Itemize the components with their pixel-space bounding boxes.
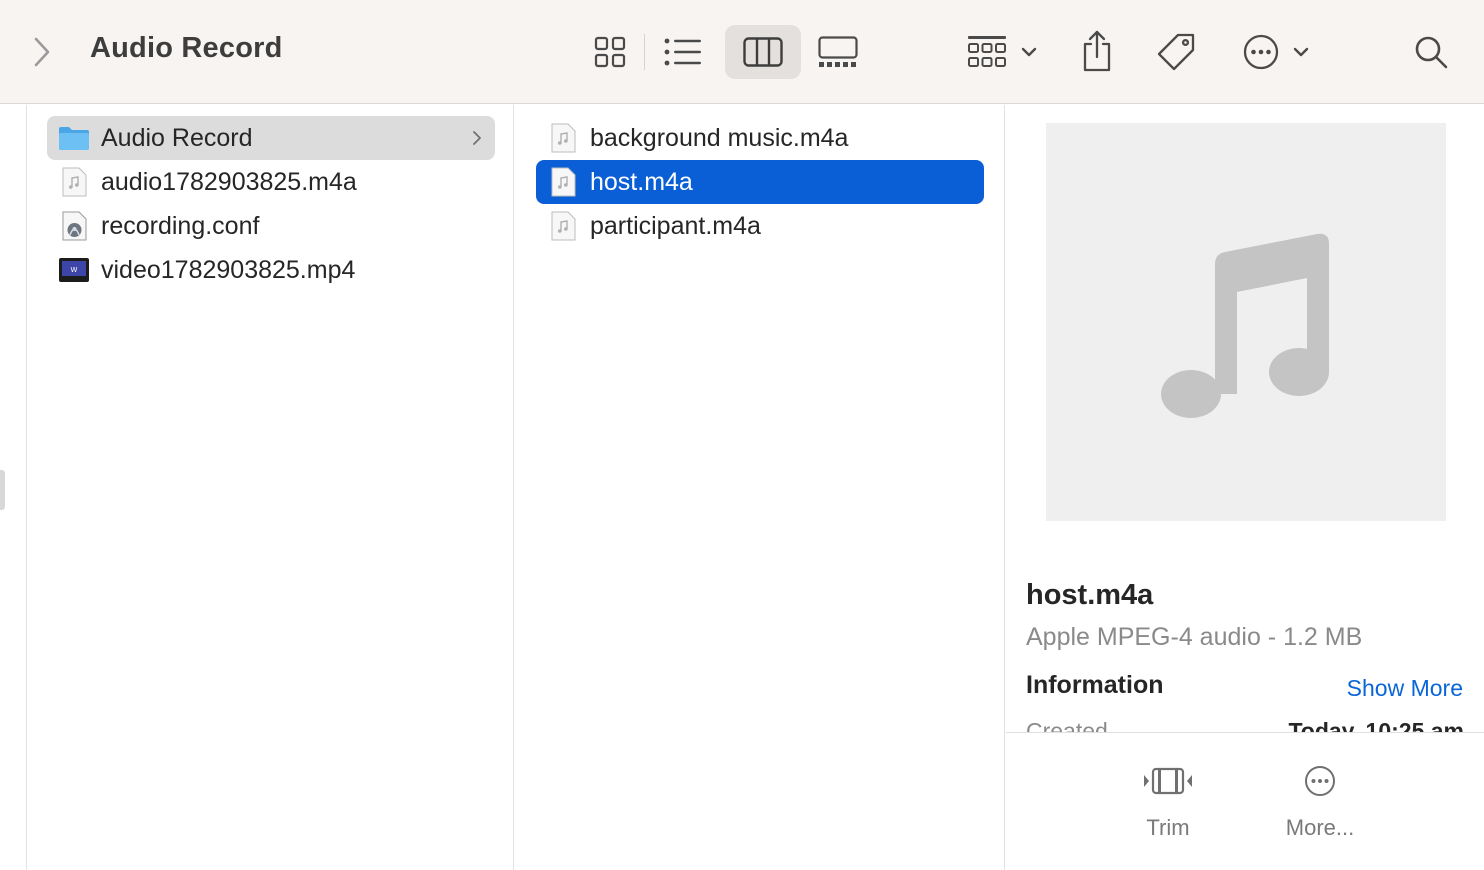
trim-label: Trim	[1146, 815, 1190, 840]
file-name: audio1782903825.m4a	[101, 167, 357, 196]
search-button[interactable]	[1408, 28, 1454, 76]
view-as-list-button[interactable]	[645, 25, 721, 79]
folder-icon	[57, 121, 91, 155]
tag-icon	[1157, 33, 1195, 71]
more-button[interactable]: More...	[1260, 761, 1380, 841]
more-actions-button[interactable]	[1238, 28, 1314, 76]
search-icon	[1415, 36, 1448, 69]
more-label: More...	[1285, 815, 1355, 840]
svg-text:W: W	[71, 266, 78, 274]
created-label: Created	[1026, 718, 1108, 733]
group-by-icon	[968, 36, 1006, 67]
preview-file-name: host.m4a	[1026, 579, 1154, 611]
file-name: video1782903825.mp4	[101, 255, 356, 284]
list-item[interactable]: Audio Record	[47, 116, 495, 160]
file-name: host.m4a	[590, 167, 693, 196]
window-title: Audio Record	[90, 32, 283, 64]
file-name: background music.m4a	[590, 123, 849, 152]
information-heading: Information	[1026, 671, 1164, 699]
preview-kind-size: Apple MPEG-4 audio - 1.2 MB	[1026, 623, 1363, 651]
list-item[interactable]: background music.m4a	[536, 116, 984, 160]
created-value: Today, 10:25 am	[1288, 718, 1464, 733]
chevron-right-icon	[473, 131, 481, 145]
tag-button[interactable]	[1150, 26, 1202, 78]
video-file-icon: W	[57, 253, 91, 287]
ellipsis-circle-icon	[1243, 34, 1279, 70]
chevron-down-icon	[1021, 47, 1037, 57]
share-button[interactable]	[1072, 24, 1122, 78]
group-by-button[interactable]	[962, 28, 1042, 76]
grid-icon	[594, 36, 626, 68]
trim-icon	[1143, 761, 1193, 801]
column-folder-contents: background music.m4a host.m4a participan…	[515, 105, 1005, 870]
music-note-icon	[1161, 233, 1329, 418]
conf-file-icon	[57, 209, 91, 243]
quick-actions-bar: Trim More...	[1006, 732, 1484, 870]
audio-file-icon	[57, 165, 91, 199]
chevron-right-icon[interactable]	[24, 30, 60, 74]
audio-file-icon	[546, 165, 580, 199]
audio-file-icon	[546, 209, 580, 243]
preview-thumbnail	[1046, 123, 1446, 521]
list-item-selected[interactable]: host.m4a	[536, 160, 984, 204]
list-item[interactable]: participant.m4a	[536, 204, 984, 248]
list-item[interactable]: recording.conf	[47, 204, 495, 248]
view-as-gallery-button[interactable]	[800, 25, 876, 79]
chevron-down-icon	[1293, 47, 1309, 57]
list-item[interactable]: audio1782903825.m4a	[47, 160, 495, 204]
column-parent: Audio Record audio1782903825.m4a recordi…	[26, 105, 514, 870]
show-more-link[interactable]: Show More	[1347, 675, 1463, 702]
sidebar-resize-handle[interactable]	[0, 470, 5, 510]
ellipsis-circle-icon	[1295, 761, 1345, 801]
view-as-columns-button[interactable]	[725, 25, 801, 79]
view-as-icons-button[interactable]	[572, 25, 648, 79]
trim-button[interactable]: Trim	[1108, 761, 1228, 841]
file-name: Audio Record	[101, 123, 253, 152]
gallery-icon	[818, 36, 858, 67]
share-icon	[1083, 30, 1111, 72]
audio-file-icon	[546, 121, 580, 155]
toolbar: Audio Record	[0, 0, 1484, 104]
file-name: recording.conf	[101, 211, 260, 240]
columns-icon	[743, 37, 783, 67]
preview-pane: host.m4a Apple MPEG-4 audio - 1.2 MB Inf…	[1006, 105, 1484, 870]
list-item[interactable]: W video1782903825.mp4	[47, 248, 495, 292]
list-icon	[664, 38, 701, 66]
file-name: participant.m4a	[590, 211, 761, 240]
created-row: Created Today, 10:25 am	[1026, 715, 1464, 733]
